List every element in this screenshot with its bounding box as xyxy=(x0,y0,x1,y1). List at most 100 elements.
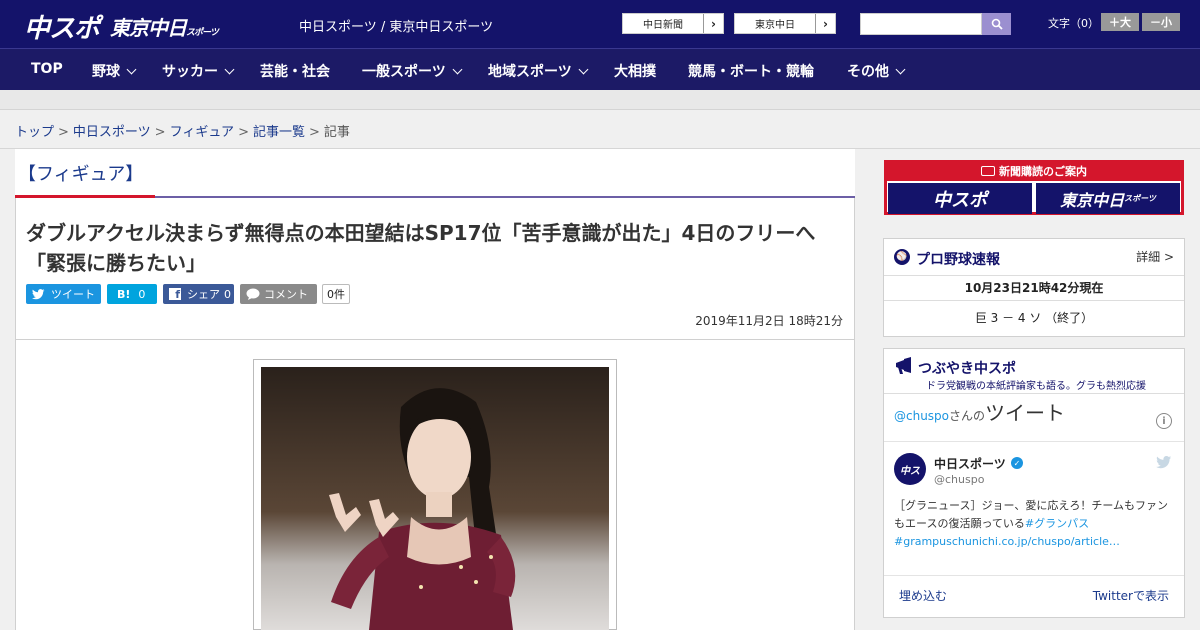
speech-bubble-icon xyxy=(246,288,260,300)
subscription-ad-label: 新聞購読のご案内 xyxy=(999,165,1087,178)
facebook-share-count: 0 xyxy=(224,287,231,301)
nav-item-label: TOP xyxy=(31,61,63,77)
tokyo-chunichi-subscription-text: 東京中日 xyxy=(1060,190,1125,210)
chunichi-shimbun-label: 中日新聞 xyxy=(643,20,683,31)
chevron-down-icon xyxy=(224,64,235,75)
twitter-tweets-label: ツイート xyxy=(985,401,1066,425)
megaphone-icon xyxy=(896,357,911,374)
tweet-link[interactable]: #grampuschunichi.co.jp/chuspo/article… xyxy=(894,535,1120,548)
twitter-handle-link[interactable]: @chuspo xyxy=(894,409,949,423)
comment-button[interactable]: コメント xyxy=(240,284,317,304)
nav-item-racing[interactable]: 競馬・ボート・競輪 xyxy=(688,61,814,81)
tokyo-chunichi-label: 東京中日 xyxy=(755,20,795,31)
breadcrumb: トップ > 中日スポーツ > フィギュア > 記事一覧 > 記事 xyxy=(15,121,350,140)
tweet-button[interactable]: ツイート xyxy=(26,284,101,304)
baseball-detail-link[interactable]: 詳細 > xyxy=(1136,248,1174,265)
twitter-timeline-header: @chuspoさんのツイート xyxy=(894,397,1065,426)
facebook-share-button[interactable]: f シェア 0 xyxy=(163,284,234,304)
breadcrumb-separator: > xyxy=(58,125,69,140)
font-size-decrease-button[interactable]: －小 xyxy=(1142,13,1180,31)
tokyo-chunichi-button[interactable]: 東京中日 › xyxy=(734,13,836,34)
embed-link[interactable]: 埋め込む xyxy=(899,587,947,604)
info-icon[interactable]: i xyxy=(1156,413,1172,429)
chevron-down-icon xyxy=(452,64,463,75)
font-size-increase-button[interactable]: ＋大 xyxy=(1101,13,1139,31)
nav-item-sumo[interactable]: 大相撲 xyxy=(614,61,656,81)
article-photo[interactable] xyxy=(261,367,609,630)
baseball-scores-card: ⚾ プロ野球速報 詳細 > 10月23日21時42分現在 巨 3 － 4 ソ （… xyxy=(883,238,1185,337)
chevron-right-icon: › xyxy=(703,14,723,33)
tweet-label: ツイート xyxy=(51,288,95,301)
chevron-down-icon xyxy=(126,64,137,75)
nav-item-top[interactable]: TOP xyxy=(31,61,63,77)
skater-illustration xyxy=(261,367,609,630)
hatena-count: 0 xyxy=(138,287,146,301)
nav-item-baseball[interactable]: 野球 xyxy=(92,61,137,81)
search-input[interactable] xyxy=(860,13,982,35)
hatena-bookmark-button[interactable]: B! 0 xyxy=(107,284,157,304)
nav-item-label: 競馬・ボート・競輪 xyxy=(688,64,814,80)
article-headline: ダブルアクセル決まらず無得点の本田望結はSP17位「苦手意識が出た」4日のフリー… xyxy=(26,221,816,275)
newspaper-icon xyxy=(981,166,995,176)
twitter-handle-mid: さんの xyxy=(949,409,986,423)
breadcrumb-article-list[interactable]: 記事一覧 xyxy=(253,125,305,140)
tsubuyaki-subtitle: ドラ党観戦の本紙評論家も語る。グラも熱烈応援 xyxy=(926,381,1146,392)
twitter-timeline-card: つぶやき中スポ ドラ党観戦の本紙評論家も語る。グラも熱烈応援 @chuspoさん… xyxy=(883,348,1185,618)
divider xyxy=(884,393,1184,394)
site-header: 中スポ 東京中日スポーツ 中日スポーツ / 東京中日スポーツ 中日新聞 › 東京… xyxy=(0,0,1200,48)
nav-item-label: 大相撲 xyxy=(614,64,656,80)
view-on-twitter-link[interactable]: Twitterで表示 xyxy=(1093,587,1169,604)
subscription-ad-header: 新聞購読のご案内 xyxy=(887,163,1181,181)
breadcrumb-separator: > xyxy=(154,125,166,140)
twitter-account-name[interactable]: 中日スポーツ xyxy=(934,455,1006,472)
breadcrumb-top[interactable]: トップ xyxy=(15,125,54,140)
breadcrumb-current: 記事 xyxy=(323,125,350,140)
subscription-ad[interactable]: 新聞購読のご案内 中スポ 東京中日 スポーツ xyxy=(884,160,1184,215)
chevron-right-icon: › xyxy=(815,14,835,33)
facebook-share-label: シェア xyxy=(187,288,220,301)
tokyo-chunichi-logo-text: 東京中日 xyxy=(110,16,187,40)
tokyo-chunichi-logo[interactable]: 東京中日スポーツ xyxy=(110,12,219,41)
tsubuyaki-title: つぶやき中スポ xyxy=(918,361,1016,377)
breadcrumb-separator: > xyxy=(308,125,320,140)
nav-item-label: 野球 xyxy=(92,64,120,80)
chuspo-subscription-logo[interactable]: 中スポ xyxy=(888,183,1032,214)
tokyo-chunichi-subscription-small: スポーツ xyxy=(1124,194,1156,203)
divider xyxy=(884,441,1184,442)
twitter-bird-icon[interactable] xyxy=(1156,456,1172,469)
facebook-icon: f xyxy=(169,288,181,300)
nav-item-entertainment[interactable]: 芸能・社会 xyxy=(260,61,330,81)
breadcrumb-figure[interactable]: フィギュア xyxy=(170,125,234,140)
site-links[interactable]: 中日スポーツ / 東京中日スポーツ xyxy=(299,16,493,35)
baseball-title: プロ野球速報 xyxy=(916,252,1000,268)
chuspo-logo[interactable]: 中スポ xyxy=(24,8,100,45)
divider xyxy=(884,575,1184,576)
chunichi-shimbun-button[interactable]: 中日新聞 › xyxy=(622,13,724,34)
breadcrumb-chunichi-sports[interactable]: 中日スポーツ xyxy=(73,125,151,140)
search-button[interactable] xyxy=(982,13,1011,35)
nav-item-label: 芸能・社会 xyxy=(260,64,330,80)
main-nav: TOP 野球 サッカー 芸能・社会 一般スポーツ 地域スポーツ 大相撲 競馬・ボ… xyxy=(0,48,1200,90)
nav-item-label: 地域スポーツ xyxy=(488,64,572,80)
chevron-down-icon xyxy=(578,64,589,75)
tokyo-chunichi-subscription-logo[interactable]: 東京中日 スポーツ xyxy=(1036,183,1180,214)
nav-item-local-sports[interactable]: 地域スポーツ xyxy=(488,61,589,81)
baseball-icon: ⚾ xyxy=(894,249,910,265)
twitter-account-id[interactable]: @chuspo xyxy=(934,473,984,486)
published-date: 2019年11月2日 18時21分 xyxy=(695,314,843,328)
nav-item-general-sports[interactable]: 一般スポーツ xyxy=(362,61,463,81)
comment-label: コメント xyxy=(264,288,308,301)
avatar[interactable]: 中ス xyxy=(894,453,926,485)
article-category[interactable]: 【フィギュア】 xyxy=(18,160,143,186)
hatena-bookmark-icon: B! xyxy=(117,287,131,301)
verified-badge-icon: ✓ xyxy=(1011,457,1023,469)
nav-item-soccer[interactable]: サッカー xyxy=(162,61,235,81)
tweet-hashtag[interactable]: #グランパス xyxy=(1025,517,1089,530)
baseball-score[interactable]: 巨 3 － 4 ソ （終了） xyxy=(884,300,1184,337)
font-size-label: 文字（0） xyxy=(1048,17,1099,30)
tokyo-chunichi-logo-small: スポーツ xyxy=(186,28,219,38)
twitter-bird-icon xyxy=(32,288,45,299)
nav-item-other[interactable]: その他 xyxy=(847,61,906,81)
nav-item-label: サッカー xyxy=(162,64,218,80)
breadcrumb-separator: > xyxy=(238,125,249,140)
